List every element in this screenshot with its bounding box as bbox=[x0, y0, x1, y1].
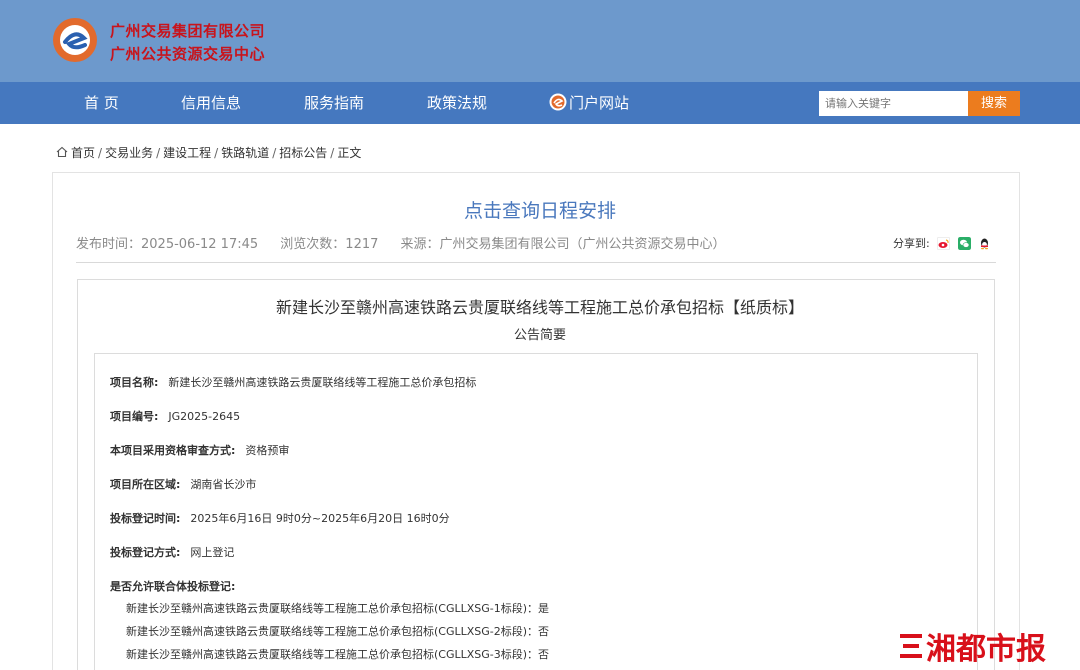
field-registration-method: 投标登记方式: 网上登记 bbox=[110, 544, 234, 560]
field-label: 项目名称: bbox=[110, 376, 159, 389]
document-subtitle: 公告简要 bbox=[513, 328, 566, 343]
weibo-icon[interactable] bbox=[937, 237, 951, 250]
schedule-link[interactable]: 点击查询日程安排 bbox=[0, 196, 1080, 223]
field-project-region: 项目所在区域: 湖南省长沙市 bbox=[110, 476, 256, 492]
portal-icon bbox=[549, 93, 567, 111]
field-label: 投标登记时间: bbox=[110, 512, 181, 525]
breadcrumb-tender-notice[interactable]: 招标公告 bbox=[279, 146, 327, 160]
field-label: 项目编号: bbox=[110, 410, 159, 423]
logo-icon[interactable] bbox=[52, 17, 98, 63]
qq-icon[interactable] bbox=[978, 237, 992, 250]
field-project-name: 项目名称: 新建长沙至赣州高速铁路云贵厦联络线等工程施工总价承包招标 bbox=[110, 374, 476, 390]
org-name: 广州交易集团有限公司 广州公共资源交易中心 bbox=[110, 20, 265, 66]
breadcrumb-current: 正文 bbox=[337, 146, 362, 160]
share-bar: 分享到: bbox=[893, 235, 992, 251]
lot-item-2: 新建长沙至赣州高速铁路云贵厦联络线等工程施工总价承包招标(CGLLXSG-2标段… bbox=[126, 625, 550, 638]
field-label: 项目所在区域: bbox=[110, 478, 181, 491]
share-label: 分享到: bbox=[893, 237, 930, 250]
breadcrumb-trading[interactable]: 交易业务 bbox=[105, 146, 153, 160]
wechat-icon[interactable] bbox=[957, 237, 971, 250]
breadcrumb-construction[interactable]: 建设工程 bbox=[163, 146, 211, 160]
nav-item-credit[interactable]: 信用信息 bbox=[181, 82, 241, 124]
breadcrumb: 首页 / 交易业务 / 建设工程 / 铁路轨道 / 招标公告 / 正文 bbox=[56, 144, 361, 161]
article-meta: 发布时间：2025-06-12 17:45 浏览次数：1217 来源：广州交易集… bbox=[76, 233, 744, 252]
field-qualification-method: 本项目采用资格审查方式: 资格预审 bbox=[110, 442, 289, 458]
field-label: 投标登记方式: bbox=[110, 546, 181, 559]
org-name-line2: 广州公共资源交易中心 bbox=[110, 45, 266, 63]
svg-text:湘都市报: 湘都市报 bbox=[926, 632, 1046, 666]
nav-item-home[interactable]: 首 页 bbox=[84, 82, 119, 124]
field-value: 2025年6月16日 9时0分~2025年6月20日 16时0分 bbox=[190, 512, 450, 525]
breadcrumb-railway[interactable]: 铁路轨道 bbox=[221, 146, 269, 160]
org-name-line1: 广州交易集团有限公司 bbox=[110, 22, 266, 40]
document-title: 新建长沙至赣州高速铁路云贵厦联络线等工程施工总价承包招标【纸质标】 bbox=[275, 298, 804, 317]
search-button[interactable]: 搜索 bbox=[968, 91, 1020, 116]
field-value: 资格预审 bbox=[245, 444, 290, 457]
publish-time: 发布时间：2025-06-12 17:45 bbox=[76, 237, 259, 252]
search-input[interactable] bbox=[819, 91, 969, 116]
field-value: JG2025-2645 bbox=[168, 410, 241, 423]
lot-item-3: 新建长沙至赣州高速铁路云贵厦联络线等工程施工总价承包招标(CGLLXSG-3标段… bbox=[126, 648, 550, 661]
field-value: 湖南省长沙市 bbox=[190, 478, 257, 491]
field-label: 是否允许联合体投标登记: bbox=[110, 580, 236, 593]
nav-item-service-guide[interactable]: 服务指南 bbox=[304, 82, 364, 124]
home-icon bbox=[56, 146, 68, 158]
field-value: 网上登记 bbox=[190, 546, 235, 559]
field-consortium-allowed: 是否允许联合体投标登记: bbox=[110, 578, 235, 594]
nav-portal-label: 门户网站 bbox=[569, 94, 630, 112]
field-value: 新建长沙至赣州高速铁路云贵厦联络线等工程施工总价承包招标 bbox=[168, 376, 477, 389]
divider bbox=[76, 262, 996, 263]
view-count: 浏览次数：1217 bbox=[280, 237, 379, 252]
field-registration-time: 投标登记时间: 2025年6月16日 9时0分~2025年6月20日 16时0分 bbox=[110, 510, 450, 526]
lot-item-1: 新建长沙至赣州高速铁路云贵厦联络线等工程施工总价承包招标(CGLLXSG-1标段… bbox=[126, 602, 550, 615]
field-project-code: 项目编号: JG2025-2645 bbox=[110, 408, 240, 424]
site-header: 广州交易集团有限公司 广州公共资源交易中心 bbox=[0, 0, 1080, 82]
breadcrumb-home[interactable]: 首页 bbox=[71, 146, 95, 160]
article-source: 来源：广州交易集团有限公司（广州公共资源交易中心） bbox=[400, 237, 726, 252]
nav-item-policy[interactable]: 政策法规 bbox=[427, 82, 487, 124]
nav-item-portal[interactable]: 门户网站 bbox=[549, 82, 629, 124]
field-label: 本项目采用资格审查方式: bbox=[110, 444, 236, 457]
newspaper-watermark-logo: 湘都市报 bbox=[900, 632, 1046, 666]
